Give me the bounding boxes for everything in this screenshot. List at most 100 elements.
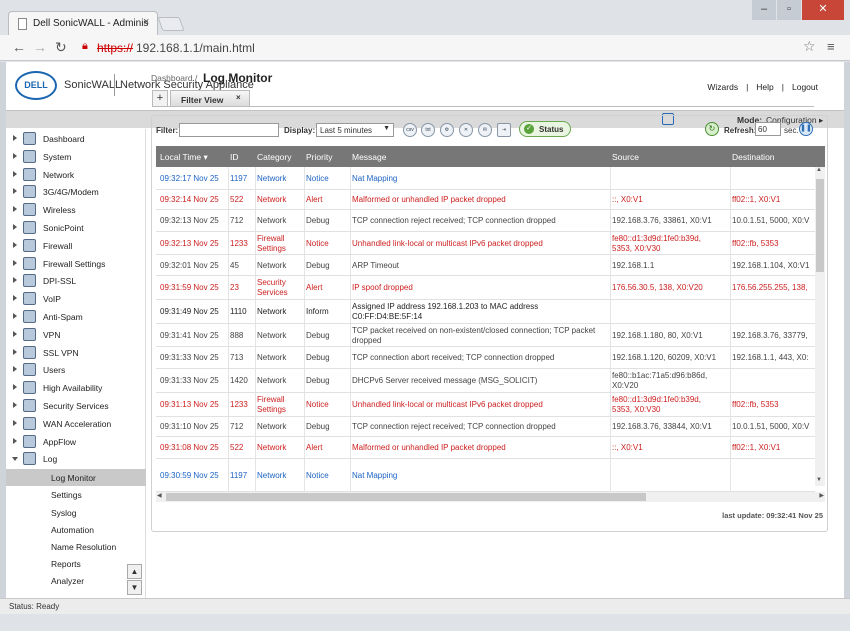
table-row[interactable]: 09:31:49 Nov 25 1110 Network Inform Assigned… (156, 300, 815, 324)
sidebar-item-dashboard[interactable]: Dashboard (6, 131, 146, 148)
chevron-right-icon[interactable] (13, 135, 17, 141)
bookmark-star-icon[interactable]: ☆ (803, 38, 816, 55)
sidebar-subitem-log-monitor[interactable]: Log Monitor (6, 469, 146, 487)
chevron-right-icon[interactable] (13, 366, 17, 373)
scroll-up-icon[interactable]: ▲ (816, 167, 822, 173)
table-row[interactable]: 09:31:33 Nov 25 713 Network Debug TCP connec… (156, 347, 815, 369)
status-button[interactable]: ✓ Status (519, 121, 571, 137)
csv-export-icon[interactable]: csv (403, 123, 417, 137)
sidebar-item-3g-4g-modem[interactable]: 3G/4G/Modem (6, 184, 146, 201)
table-row[interactable]: 09:31:41 Nov 25 888 Network Debug TCP packet… (156, 324, 815, 347)
address-bar[interactable]: 🔒︎ https:// 192.168.1.1/main.html (80, 38, 823, 58)
clear-icon[interactable]: ✕ (459, 123, 473, 137)
table-row[interactable]: 09:32:14 Nov 25 522 Network Alert Malformed … (156, 190, 815, 210)
table-row[interactable]: 09:31:59 Nov 25 23 Security Services Alert IP… (156, 276, 815, 300)
col-destination-header[interactable]: Destination (732, 152, 775, 162)
table-row[interactable]: 09:32:01 Nov 25 45 Network Debug ARP Timeout… (156, 255, 815, 276)
sidebar-item-dpi-ssl[interactable]: DPI-SSL (6, 273, 146, 290)
tab-close-icon[interactable]: × (143, 16, 149, 28)
pause-icon[interactable]: ❚❚ (799, 122, 813, 136)
table-row[interactable]: 09:31:13 Nov 25 1233 Firewall Settings Notic… (156, 393, 815, 417)
col-category-header[interactable]: Category (257, 152, 292, 162)
sidebar-item-log[interactable]: Log (6, 451, 146, 468)
table-row[interactable]: 09:32:13 Nov 25 712 Network Debug TCP connec… (156, 210, 815, 232)
sidebar-item-high-availability[interactable]: High Availability (6, 380, 146, 397)
vertical-scrollbar[interactable]: ▲ ▼ (815, 167, 825, 486)
sidebar-item-firewall-settings[interactable]: Firewall Settings (6, 256, 146, 273)
sidebar-subitem-settings[interactable]: Settings (6, 486, 146, 503)
refresh-interval-input[interactable]: 60 (755, 122, 781, 136)
table-row[interactable]: 09:31:08 Nov 25 522 Network Alert Malformed … (156, 437, 815, 459)
browser-menu-icon[interactable]: ≡ (827, 39, 835, 54)
table-row[interactable]: 09:32:17 Nov 25 1197 Network Notice Nat Mapp… (156, 167, 815, 190)
settings-icon[interactable]: ⚙ (440, 123, 454, 137)
chevron-right-icon[interactable] (13, 313, 17, 319)
scroll-right-icon[interactable]: ▶ (819, 492, 824, 499)
sidebar-subitem-reports[interactable]: Reports (6, 555, 146, 572)
table-row[interactable]: 09:30:59 Nov 25 1197 Network Notice Nat Mapp… (156, 459, 815, 492)
table-row[interactable]: 09:32:13 Nov 25 1233 Firewall Settings Notic… (156, 232, 815, 255)
refresh-icon[interactable]: ↻ (705, 122, 719, 136)
col-source-header[interactable]: Source (612, 152, 639, 162)
add-view-button[interactable]: + (152, 90, 168, 107)
sidebar-item-voip[interactable]: VoIP (6, 291, 146, 308)
chevron-right-icon[interactable] (13, 259, 17, 266)
txt-export-icon[interactable]: txt (421, 123, 435, 137)
filter-input[interactable] (179, 123, 279, 137)
chevron-right-icon[interactable] (13, 295, 17, 302)
sidebar-subitem-name-resolution[interactable]: Name Resolution (6, 538, 146, 555)
chevron-right-icon[interactable] (13, 241, 17, 248)
col-local-time-header[interactable]: Local Time ▾ (160, 152, 208, 163)
forward-icon[interactable]: → (33, 39, 47, 55)
horizontal-scrollbar[interactable]: ◀ ▶ (156, 492, 825, 502)
chevron-right-icon[interactable] (13, 224, 17, 230)
scroll-down-icon[interactable]: ▼ (816, 477, 822, 483)
sidebar-item-ssl-vpn[interactable]: SSL VPN (6, 345, 146, 362)
scroll-left-icon[interactable]: ◀ (157, 492, 162, 499)
col-priority-header[interactable]: Priority (306, 152, 332, 162)
sidebar-item-sonicpoint[interactable]: SonicPoint (6, 220, 146, 237)
breadcrumb[interactable]: Dashboard / (151, 73, 197, 83)
sidebar-item-appflow[interactable]: AppFlow (6, 434, 146, 451)
sidebar-item-vpn[interactable]: VPN (6, 327, 146, 344)
sidebar-subitem-automation[interactable]: Automation (6, 521, 146, 538)
scroll-thumb[interactable] (166, 493, 646, 501)
chevron-right-icon[interactable] (13, 437, 17, 444)
chevron-right-icon[interactable] (13, 152, 17, 159)
sidebar-item-network[interactable]: Network (6, 167, 146, 184)
scroll-thumb[interactable] (816, 179, 824, 272)
email-icon[interactable]: ✉ (478, 123, 492, 137)
col-id-header[interactable]: ID (230, 152, 239, 162)
chevron-right-icon[interactable] (13, 330, 17, 337)
sidebar-item-anti-spam[interactable]: Anti-Spam (6, 309, 146, 326)
tab-filter-view[interactable]: Filter View × (170, 90, 250, 107)
sidebar-item-security-services[interactable]: Security Services (6, 398, 146, 415)
window-close-icon[interactable]: ✕ (802, 0, 844, 20)
sidebar-item-users[interactable]: Users (6, 362, 146, 379)
sidebar-subitem-analyzer[interactable]: Analyzer (6, 572, 146, 589)
sidebar-item-wan-acceleration[interactable]: WAN Acceleration (6, 416, 146, 433)
chevron-down-icon[interactable] (12, 457, 18, 462)
chevron-right-icon[interactable] (13, 402, 17, 408)
chevron-right-icon[interactable] (13, 206, 17, 213)
reload-icon[interactable]: ↻ (55, 39, 67, 56)
back-icon[interactable]: ← (12, 39, 26, 55)
table-row[interactable]: 09:31:33 Nov 25 1420 Network Debug DHCPv6 Se… (156, 369, 815, 393)
sidebar-subitem-syslog[interactable]: Syslog (6, 504, 146, 521)
sidebar-item-system[interactable]: System (6, 149, 146, 166)
close-tab-icon[interactable]: × (236, 93, 241, 102)
sidebar-item-wireless[interactable]: Wireless (6, 202, 146, 219)
chevron-right-icon[interactable] (13, 384, 17, 391)
chevron-right-icon[interactable] (13, 348, 17, 355)
maximize-icon[interactable]: ▫ (777, 0, 801, 20)
new-tab-button[interactable] (157, 17, 185, 31)
sidebar-item-firewall[interactable]: Firewall (6, 238, 146, 255)
minimize-icon[interactable]: – (752, 0, 776, 20)
display-select[interactable]: Last 5 minutes ▼ (316, 123, 394, 137)
col-message-header[interactable]: Message (352, 152, 387, 162)
chevron-right-icon[interactable] (13, 277, 17, 284)
table-row[interactable]: 09:31:10 Nov 25 712 Network Debug TCP connec… (156, 417, 815, 437)
chevron-right-icon[interactable] (13, 419, 17, 426)
export-arrow-icon[interactable]: ⇥ (497, 123, 511, 137)
chevron-right-icon[interactable] (13, 170, 17, 177)
